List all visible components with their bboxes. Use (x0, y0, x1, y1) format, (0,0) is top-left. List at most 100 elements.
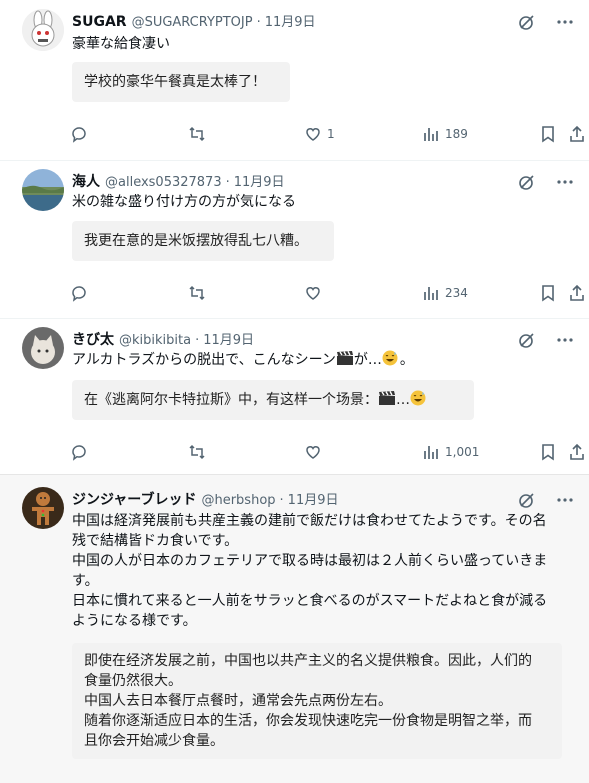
tweet-top-icons (517, 330, 575, 350)
repost-button[interactable] (188, 125, 211, 143)
like-icon (306, 446, 320, 459)
share-icon (570, 125, 584, 142)
repost-icon (189, 126, 205, 142)
more-icon[interactable] (555, 12, 575, 32)
tweet-top-icons (517, 172, 575, 192)
timestamp[interactable]: 11月9日 (265, 11, 316, 30)
tweet-text: アルカトラズからの脱出で、こんなシーン が… 。 (72, 350, 414, 370)
tweet-text-line: 日本に慣れて来ると一人前をサラッと食べるのがスマートだよねと食が減る (72, 593, 548, 609)
display-name[interactable]: 海人 (72, 171, 100, 191)
bookmark-icon (542, 285, 554, 302)
translation-suffix: … (396, 392, 410, 408)
grinning-sweat-emoji-icon (382, 350, 400, 366)
timestamp[interactable]: 11月9日 (203, 329, 254, 348)
tweet-header: 海人 @allexs05327873 · 11月9日 (72, 171, 285, 191)
share-icon (570, 284, 584, 301)
repost-button[interactable] (188, 284, 211, 302)
tweet-top-icons (517, 12, 575, 32)
bookmark-button[interactable] (539, 284, 557, 302)
reply-button[interactable] (70, 284, 93, 302)
translation-line: 且你会开始减少食量。 (84, 733, 224, 749)
avatar[interactable] (22, 487, 64, 529)
like-button[interactable]: 1 (304, 125, 335, 143)
more-icon[interactable] (555, 330, 575, 350)
timestamp[interactable]: 11月9日 (234, 171, 285, 190)
like-icon (306, 128, 320, 141)
share-button[interactable] (568, 443, 586, 461)
bookmark-icon (542, 126, 554, 143)
tweet-text-line: ようになる様です。 (72, 613, 197, 629)
user-handle[interactable]: @SUGARCRYPTOJP (132, 15, 253, 30)
views-count: 1,001 (445, 445, 480, 459)
avatar[interactable] (22, 327, 64, 369)
display-name[interactable]: SUGAR (72, 14, 127, 30)
bookmark-button[interactable] (539, 125, 557, 143)
separator-dot: · (195, 333, 200, 348)
tweet-text-line: 中国の人が日本のカフェテリアで取る時は最初は２人前くらい盛っていきま (72, 553, 548, 569)
like-button[interactable] (304, 284, 327, 302)
views-icon (424, 287, 438, 300)
translation-box: 在《逃离阿尔卡特拉斯》中，有这样一个场景： … (72, 380, 474, 420)
like-icon (306, 287, 320, 300)
tweet-text: 中国は経済発展前も共産主義の建前で飯だけは食わせてたようです。その名 残で結構皆… (72, 511, 582, 631)
tweet-text-suffix: が… (353, 352, 382, 368)
separator-dot: · (256, 15, 261, 30)
tweet-text: 豪華な給食凄い (72, 36, 170, 52)
repost-button[interactable] (188, 443, 211, 461)
views-button[interactable]: 1,001 (422, 443, 479, 461)
tweet-top-icons (517, 490, 575, 510)
reply-button[interactable] (70, 443, 93, 461)
views-button[interactable]: 234 (422, 284, 468, 302)
more-icon[interactable] (555, 172, 575, 192)
like-button[interactable] (304, 443, 327, 461)
separator-dot: · (279, 493, 284, 508)
tweet-header: ジンジャーブレッド @herbshop · 11月9日 (72, 489, 339, 509)
grok-icon[interactable] (517, 330, 537, 350)
grok-icon[interactable] (517, 490, 537, 510)
tweet-actions: 1 189 (70, 125, 588, 147)
timestamp[interactable]: 11月9日 (288, 489, 339, 508)
tweet-text-line: 中国は経済発展前も共産主義の建前で飯だけは食わせてたようです。その名 (72, 513, 547, 529)
tweet-actions: 234 (70, 284, 588, 306)
translation-main: 在《逃离阿尔卡特拉斯》中，有这样一个场景： (84, 392, 378, 408)
reply-button[interactable] (70, 125, 93, 143)
translation-box: 即使在经济发展之前，中国也以共产主义的名义提供粮食。因此，人们的 食量仍然很大。… (72, 643, 562, 759)
more-icon[interactable] (555, 490, 575, 510)
user-handle[interactable]: @allexs05327873 (105, 175, 222, 190)
views-icon (424, 128, 438, 141)
tweet-text-line: す。 (72, 573, 99, 589)
repost-icon (189, 285, 205, 301)
grok-icon[interactable] (517, 172, 537, 192)
grinning-sweat-emoji-icon (410, 390, 428, 406)
avatar[interactable] (22, 9, 64, 51)
reply-icon (72, 286, 86, 302)
bookmark-icon (542, 444, 554, 461)
translation-line: 食量仍然很大。 (84, 673, 182, 689)
tweet-text-main: アルカトラズからの脱出で、こんなシーン (72, 352, 336, 368)
translation-line: 即使在经济发展之前，中国也以共产主义的名义提供粮食。因此，人们的 (84, 653, 532, 669)
display-name[interactable]: きび太 (72, 329, 114, 349)
views-button[interactable]: 189 (422, 125, 468, 143)
grok-icon[interactable] (517, 12, 537, 32)
translation-line: 随着你逐渐适应日本的生活，你会发现快速吃完一份食物是明智之举，而 (84, 713, 532, 729)
views-count: 234 (445, 286, 468, 300)
reply-icon (72, 127, 86, 143)
translation-line: 中国人去日本餐厅点餐时，通常会先点两份左右。 (84, 693, 392, 709)
display-name[interactable]: ジンジャーブレッド (72, 489, 196, 509)
bookmark-button[interactable] (539, 443, 557, 461)
tweet-text-end: 。 (399, 352, 414, 368)
user-handle[interactable]: @herbshop (201, 493, 275, 508)
share-icon (570, 443, 584, 460)
tweet-actions: 1,001 (70, 443, 588, 465)
translation-box: 学校的豪华午餐真是太棒了！ (72, 62, 290, 102)
views-count: 189 (445, 127, 468, 141)
share-button[interactable] (568, 284, 586, 302)
share-button[interactable] (568, 125, 586, 143)
translation-box: 我更在意的是米饭摆放得乱七八糟。 (72, 221, 334, 261)
avatar[interactable] (22, 169, 64, 211)
tweet-text-line: 残で結構皆ドカ食いです。 (72, 533, 239, 549)
reply-icon (72, 445, 86, 461)
tweet-header: SUGAR @SUGARCRYPTOJP · 11月9日 (72, 11, 316, 30)
user-handle[interactable]: @kibikibita (119, 333, 191, 348)
views-icon (424, 446, 438, 459)
